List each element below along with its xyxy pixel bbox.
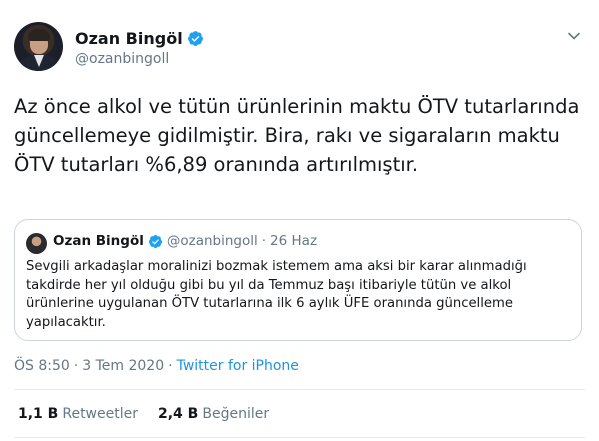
- chevron-down-icon[interactable]: [566, 28, 582, 44]
- quoted-avatar: [26, 233, 47, 254]
- tweet-date[interactable]: 3 Tem 2020: [82, 358, 164, 374]
- tweet-time[interactable]: ÖS 8:50: [14, 358, 70, 374]
- tweet-text: Az önce alkol ve tütün ürünlerinin maktu…: [14, 95, 580, 176]
- quoted-author-name: Ozan Bingöl: [53, 233, 144, 249]
- quoted-author-handle: @ozanbingoll: [166, 233, 258, 249]
- quoted-tweet[interactable]: Ozan Bingöl @ozanbingoll · 26 Haz Sevgil…: [14, 219, 582, 341]
- quoted-tweet-header: Ozan Bingöl @ozanbingoll · 26 Haz: [53, 233, 317, 249]
- tweet-stats: 1,1 B Retweetler 2,4 B Beğeniler: [18, 406, 289, 422]
- quoted-tweet-date: 26 Haz: [270, 233, 318, 249]
- retweets-count: 1,1 B: [18, 406, 59, 422]
- divider: [14, 389, 585, 390]
- tweet-meta: ÖS 8:50 · 3 Tem 2020 · Twitter for iPhone: [14, 358, 299, 374]
- verified-badge-icon: [187, 31, 203, 46]
- tweet-card: Ozan Bingöl @ozanbingoll Az önce alkol v…: [0, 0, 599, 441]
- verified-badge-icon: [148, 234, 162, 248]
- meta-separator: ·: [73, 358, 79, 374]
- author-handle[interactable]: @ozanbingoll: [75, 51, 169, 67]
- avatar[interactable]: [14, 22, 63, 71]
- tweet-source-link[interactable]: Twitter for iPhone: [177, 358, 299, 374]
- meta-separator: ·: [168, 358, 173, 374]
- retweets-label: Retweetler: [62, 406, 138, 422]
- retweets-stat[interactable]: 1,1 B Retweetler: [18, 406, 138, 422]
- divider: [14, 437, 585, 438]
- quoted-tweet-text: Sevgili arkadaşlar moralinizi bozmak ist…: [26, 259, 527, 330]
- quoted-separator: ·: [261, 233, 267, 249]
- likes-label: Beğeniler: [202, 406, 270, 422]
- likes-count: 2,4 B: [158, 406, 199, 422]
- likes-stat[interactable]: 2,4 B Beğeniler: [158, 406, 269, 422]
- author-name[interactable]: Ozan Bingöl: [75, 29, 183, 48]
- author-header: Ozan Bingöl: [75, 29, 204, 48]
